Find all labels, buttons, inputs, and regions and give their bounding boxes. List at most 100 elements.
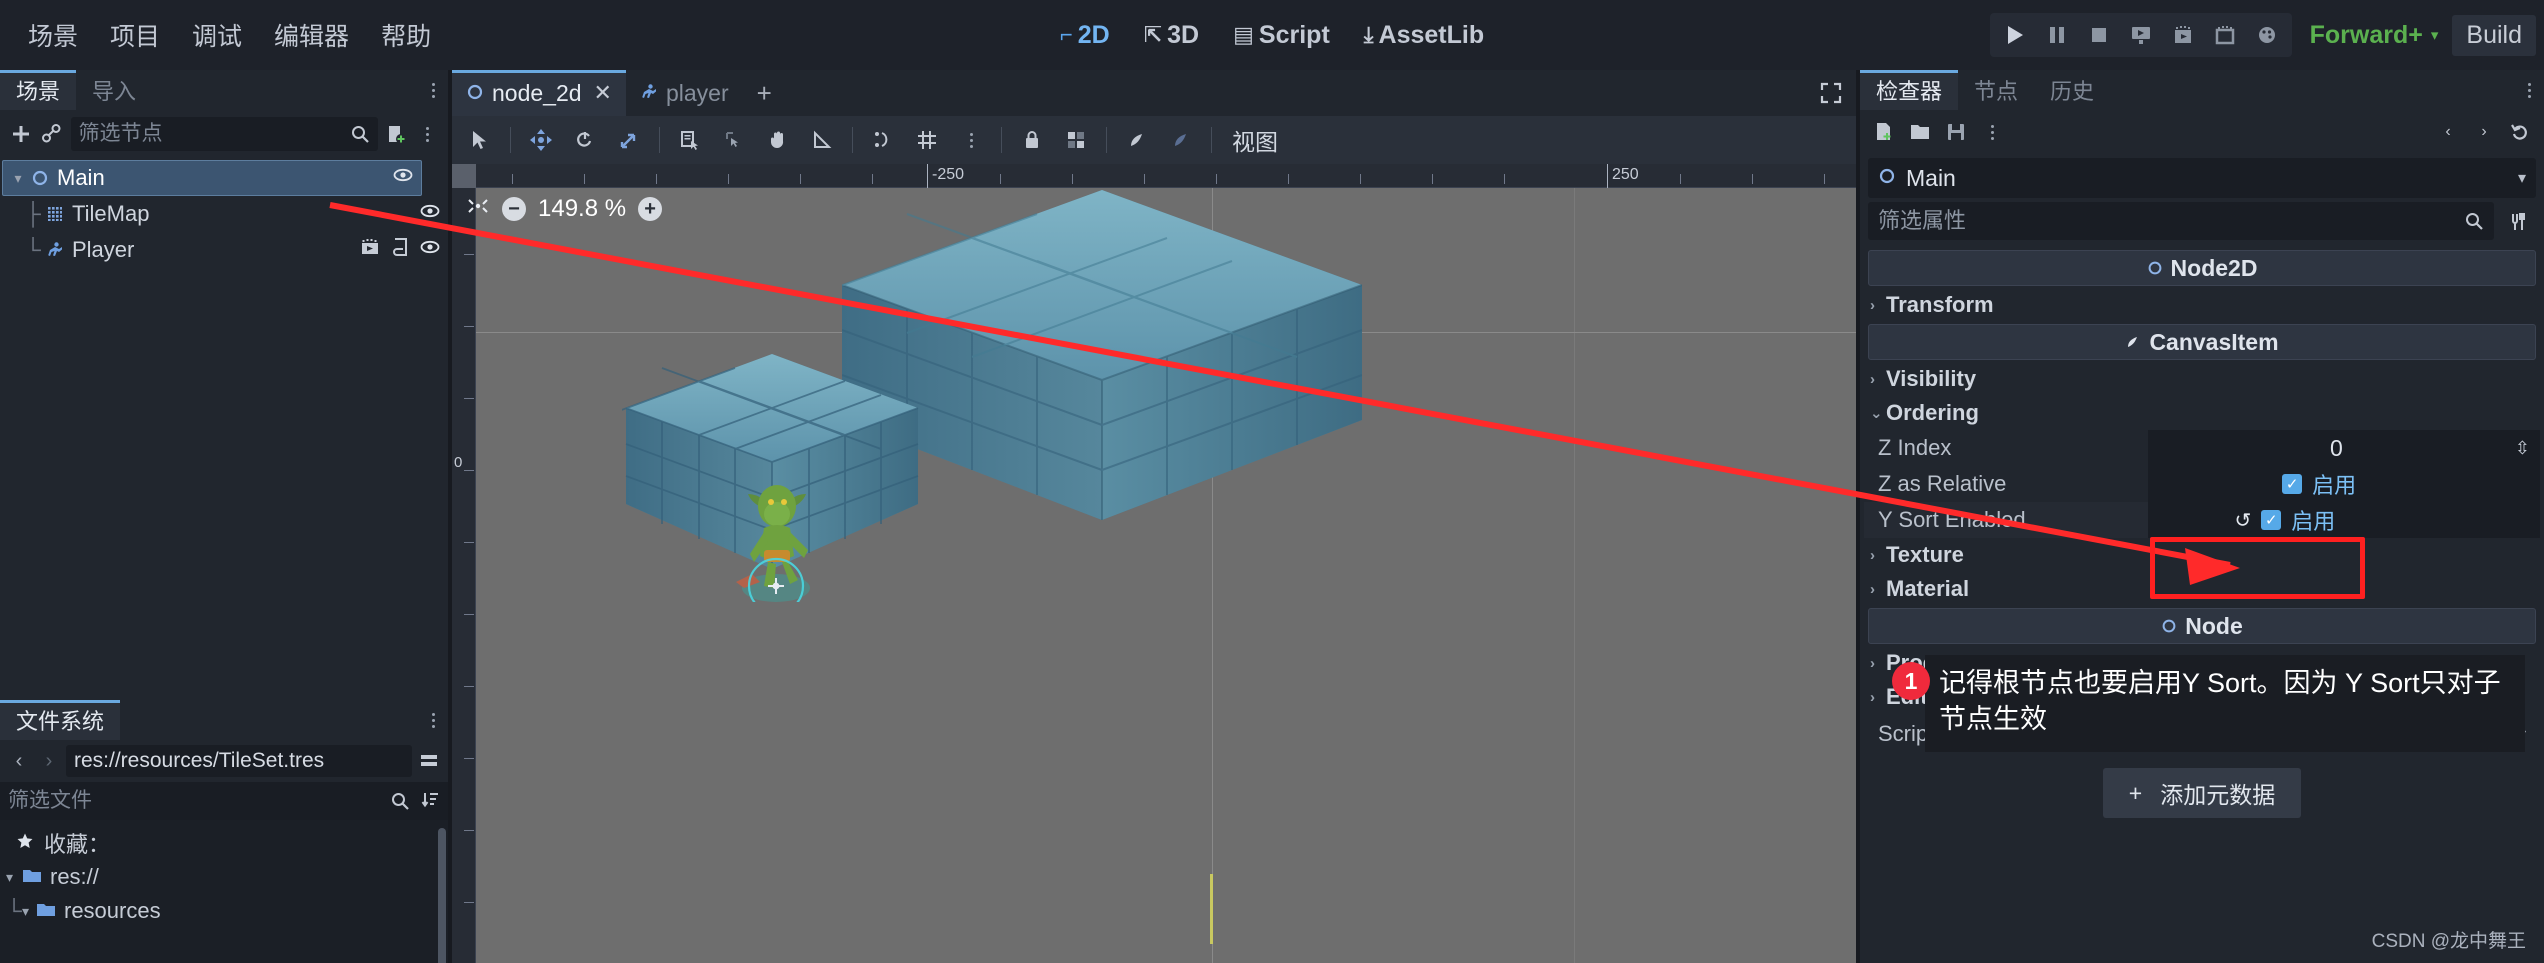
filesystem-scrollbar[interactable]: [438, 828, 446, 963]
section-ordering[interactable]: ⌄ Ordering: [1864, 396, 2540, 430]
add-node-button[interactable]: [8, 118, 33, 150]
skeleton-icon[interactable]: [1162, 121, 1200, 159]
inspector-object-selector[interactable]: Main ▾: [1868, 158, 2536, 198]
scale-icon[interactable]: [610, 121, 648, 159]
stop-button[interactable]: [2078, 15, 2120, 55]
filesystem-item-favorites[interactable]: 收藏：: [0, 826, 448, 860]
zoom-in-button[interactable]: +: [638, 196, 663, 221]
bone-icon[interactable]: [1118, 121, 1156, 159]
filesystem-dock-menu-button[interactable]: [418, 700, 448, 740]
property-z-index[interactable]: Z Index 0 ⇳: [1864, 430, 2540, 466]
play-scene-button[interactable]: [2120, 15, 2162, 55]
menu-project[interactable]: 项目: [96, 11, 174, 59]
filesystem-item-res[interactable]: ▾ res://: [0, 860, 448, 894]
scene-tree-item-main[interactable]: ▾ Main: [2, 160, 422, 196]
visibility-icon[interactable]: [420, 201, 440, 227]
zoom-out-button[interactable]: −: [502, 196, 526, 221]
property-z-as-relative[interactable]: Z as Relative ✓ 启用: [1864, 466, 2540, 502]
instantiate-scene-button[interactable]: [39, 118, 64, 150]
snap-icon[interactable]: [864, 121, 902, 159]
horizontal-ruler[interactable]: -250 250: [452, 164, 1856, 188]
tab-node[interactable]: 节点: [1958, 70, 2034, 110]
menu-editor[interactable]: 编辑器: [260, 11, 363, 59]
lock-icon[interactable]: [1013, 121, 1051, 159]
inspector-dock-menu-button[interactable]: [2514, 70, 2544, 110]
filesystem-filter-box[interactable]: [0, 782, 448, 820]
scene-filter-box[interactable]: [70, 117, 378, 151]
current-path-field[interactable]: res://resources/TileSet.tres: [66, 745, 412, 777]
history-back-icon[interactable]: ‹: [2432, 116, 2464, 148]
tab-filesystem[interactable]: 文件系统: [0, 700, 121, 740]
nav-forward-button[interactable]: ›: [36, 747, 62, 775]
section-visibility[interactable]: › Visibility: [1864, 362, 2540, 396]
scene-tree-item-player[interactable]: └ Player: [0, 232, 448, 268]
scene-tree-item-tilemap[interactable]: ├ TileMap: [0, 196, 448, 232]
add-metadata-button[interactable]: + 添加元数据: [2102, 768, 2302, 818]
chevron-down-icon[interactable]: ▾: [9, 170, 27, 187]
tab-3d[interactable]: ⇱ 3D: [1132, 15, 1211, 56]
open-resource-icon[interactable]: [1904, 116, 1936, 148]
inspector-filter-input[interactable]: [1878, 208, 2464, 234]
scene-dock-menu-button[interactable]: [418, 70, 448, 110]
menu-debug[interactable]: 调试: [178, 11, 256, 59]
tab-scene[interactable]: 场景: [0, 70, 77, 110]
distraction-free-button[interactable]: [1820, 70, 1856, 116]
inspector-filter-box[interactable]: [1868, 202, 2494, 240]
canvas-2d-viewport[interactable]: -250 250 0 − 149.8 % +: [452, 164, 1856, 963]
tab-history[interactable]: 历史: [2034, 70, 2110, 110]
visibility-icon[interactable]: [393, 165, 413, 191]
zoom-level-label[interactable]: 149.8 %: [538, 195, 626, 223]
new-resource-icon[interactable]: [1868, 116, 1900, 148]
renderer-selector[interactable]: Forward+ ▾: [2302, 17, 2447, 54]
scene-tree-menu-button[interactable]: [415, 118, 440, 150]
close-icon[interactable]: ✕: [594, 80, 612, 106]
view-menu-button[interactable]: 视图: [1220, 123, 1290, 157]
list-select-icon[interactable]: [671, 121, 709, 159]
tab-script[interactable]: ▤ Script: [1221, 15, 1342, 56]
play-current-button[interactable]: [2162, 15, 2204, 55]
palette-icon[interactable]: [2246, 15, 2288, 55]
menu-scene[interactable]: 场景: [14, 11, 92, 59]
build-button[interactable]: Build: [2452, 14, 2536, 56]
y-sort-enabled-value-field[interactable]: ↺ ✓ 启用: [2148, 502, 2540, 538]
script-icon[interactable]: [390, 237, 410, 263]
vertical-ruler[interactable]: 0: [452, 164, 476, 963]
scene-tab-node-2d[interactable]: node_2d ✕: [452, 70, 626, 116]
history-icon[interactable]: [2504, 116, 2536, 148]
checkbox-checked-icon[interactable]: ✓: [2261, 510, 2282, 530]
animation-icon[interactable]: [360, 237, 380, 263]
z-index-value-field[interactable]: 0 ⇳: [2148, 430, 2540, 466]
rotate-icon[interactable]: [566, 121, 604, 159]
chevron-down-icon[interactable]: ▾: [22, 903, 36, 920]
play-custom-button[interactable]: [2204, 15, 2246, 55]
inspector-more-icon[interactable]: [1976, 116, 2008, 148]
tab-import[interactable]: 导入: [76, 70, 152, 110]
toggle-split-mode-button[interactable]: [416, 747, 442, 775]
filesystem-item-resources[interactable]: └ ▾ resources: [0, 894, 448, 928]
inspector-tools-icon[interactable]: [2502, 206, 2534, 238]
zoom-reset-icon[interactable]: [466, 194, 490, 223]
scene-filter-input[interactable]: [78, 122, 350, 146]
ruler-icon[interactable]: [803, 121, 841, 159]
chevron-down-icon[interactable]: ▾: [2518, 168, 2526, 188]
filesystem-filter-input[interactable]: [8, 789, 390, 813]
save-resource-icon[interactable]: [1940, 116, 1972, 148]
nav-back-button[interactable]: ‹: [6, 747, 32, 775]
sort-icon[interactable]: [420, 789, 440, 814]
tab-2d[interactable]: ⌐ 2D: [1048, 15, 1122, 56]
play-button[interactable]: [1994, 15, 2036, 55]
property-y-sort-enabled[interactable]: Y Sort Enabled ↺ ✓ 启用: [1864, 502, 2540, 538]
menu-help[interactable]: 帮助: [367, 11, 445, 59]
add-scene-tab-button[interactable]: +: [743, 70, 786, 116]
select-icon[interactable]: [461, 121, 499, 159]
spinner-icon[interactable]: ⇳: [2515, 438, 2530, 459]
ruler-pivot-icon[interactable]: [715, 121, 753, 159]
grid-snap-icon[interactable]: [908, 121, 946, 159]
z-as-relative-value-field[interactable]: ✓ 启用: [2148, 466, 2540, 502]
chevron-down-icon[interactable]: ▾: [6, 869, 22, 886]
ruler-corner[interactable]: [452, 164, 476, 188]
tab-assetlib[interactable]: ⤓ AssetLib: [1352, 15, 1496, 56]
pause-button[interactable]: [2036, 15, 2078, 55]
snap-options-icon[interactable]: [952, 121, 990, 159]
tab-inspector[interactable]: 检查器: [1860, 70, 1959, 110]
